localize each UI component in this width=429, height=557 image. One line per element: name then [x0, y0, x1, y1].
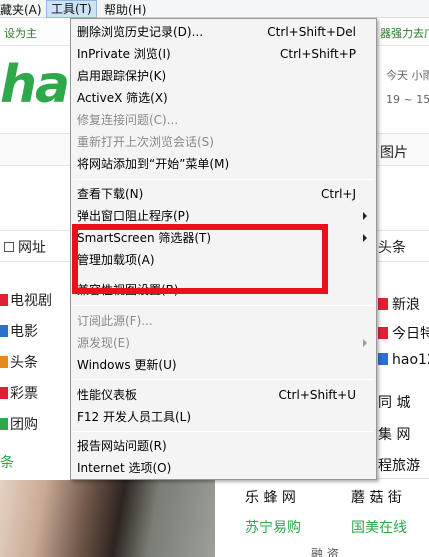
menu-item-view-downloads[interactable]: 查看下载(N) Ctrl+J [71, 183, 376, 205]
sidebar-label: 电影 [10, 324, 38, 340]
link-mogujie[interactable]: 蘑 菇 街 [351, 487, 402, 507]
menu-item-label: ActiveX 筛选(X) [77, 91, 168, 105]
menu-item-activex-filter[interactable]: ActiveX 筛选(X) [71, 87, 376, 109]
menu-separator [73, 379, 374, 380]
submenu-arrow-icon [363, 234, 367, 242]
nav-sites[interactable]: 网址 [4, 237, 46, 257]
shopping-links: 乐 蜂 网 蘑 菇 街 苏宁易购 国美在线 融 资 [215, 478, 429, 557]
menu-item-subscribe-feed: 订阅此源(F)... [71, 310, 376, 332]
weather-temp: 19 ~ 15 [386, 93, 429, 106]
menu-item-delete-history[interactable]: 删除浏览历史记录(D)... Ctrl+Shift+Del [71, 21, 376, 43]
menu-item-shortcut: Ctrl+Shift+Del [267, 25, 356, 39]
sidebar-item-news[interactable]: 头条 [0, 352, 44, 372]
film-icon [0, 325, 8, 337]
menu-item-perf-dashboard[interactable]: 性能仪表板 Ctrl+Shift+U [71, 384, 376, 406]
menu-item-shortcut: Ctrl+J [321, 187, 356, 201]
menu-item-report-problem[interactable]: 报告网站问题(R) [71, 435, 376, 457]
submenu-arrow-icon [363, 339, 367, 347]
link-gome[interactable]: 国美在线 [351, 517, 407, 537]
link-58[interactable]: 同 城 [378, 392, 410, 412]
sidebar-item-tv[interactable]: 电视剧 [0, 290, 52, 310]
menu-item-label: 删除浏览历史记录(D)... [77, 25, 204, 39]
link-today-special[interactable]: 今日特 [378, 323, 429, 343]
menu-item-label: Windows 更新(U) [77, 358, 177, 372]
menu-separator [73, 431, 374, 432]
groupbuy-icon [0, 418, 8, 430]
menu-item-shortcut: Ctrl+Shift+P [280, 47, 356, 61]
sidebar-label: 彩票 [10, 386, 38, 402]
menu-item-add-to-start[interactable]: 将网站添加到“开始”菜单(M) [71, 153, 376, 175]
sina-icon [378, 298, 388, 310]
lottery-icon [0, 387, 8, 399]
menu-separator [73, 179, 374, 180]
menu-item-reopen-session: 重新打开上次浏览会话(S) [71, 131, 376, 153]
highlight-box [72, 224, 328, 294]
sidebar-label: 电视剧 [10, 293, 52, 309]
menu-item-feed-discovery: 源发现(E) [71, 332, 376, 354]
link-label: 同 城 [378, 395, 411, 411]
menu-item-label: 订阅此源(F)... [77, 314, 153, 328]
news-icon [0, 356, 8, 368]
tab-images[interactable]: 图片 [380, 142, 408, 162]
menu-item-label: Internet 选项(O) [77, 461, 172, 475]
menu-item-internet-options[interactable]: Internet 选项(O) [71, 457, 376, 479]
menu-bar: 藏夹(A) 工具(T) 帮助(H) [0, 0, 429, 18]
menu-item-label: 源发现(E) [77, 336, 130, 350]
gift-icon [378, 327, 388, 339]
sidebar-label: 头条 [10, 355, 38, 371]
menu-favorites[interactable]: 藏夹(A) [0, 1, 42, 18]
menu-item-shortcut: Ctrl+Shift+U [278, 388, 356, 402]
menu-item-windows-update[interactable]: Windows 更新(U) [71, 354, 376, 376]
menu-help[interactable]: 帮助(H) [104, 1, 146, 18]
menu-item-label: 性能仪表板 [77, 388, 138, 402]
tv-icon [0, 294, 8, 306]
link-label: 集 网 [378, 427, 411, 443]
link-label: 今日特 [392, 326, 429, 342]
menu-separator [73, 305, 374, 306]
news-photo[interactable] [0, 480, 215, 557]
headline-tab[interactable]: 条 [0, 452, 44, 474]
nav-sites-label: 网址 [18, 240, 46, 256]
set-homepage-link[interactable]: 设为主 [4, 25, 37, 41]
menu-item-label: F12 开发人员工具(L) [77, 410, 192, 424]
link-label: hao12 [392, 352, 429, 368]
menu-item-label: 重新打开上次浏览会话(S) [77, 135, 214, 149]
globe-icon [378, 353, 388, 365]
grid-icon [4, 242, 14, 252]
link-finance[interactable]: 融 资 [311, 545, 339, 557]
menu-tools[interactable]: 工具(T) [46, 0, 97, 18]
nav-headlines[interactable]: 头条 [378, 237, 406, 257]
adblock-link[interactable]: 器强力去广 [380, 25, 429, 41]
sidebar-item-groupbuy[interactable]: 团购 [0, 414, 44, 434]
sidebar-label: 团购 [10, 417, 38, 433]
menu-item-tracking-protection[interactable]: 启用跟踪保护(K) [71, 65, 376, 87]
menu-item-f12-devtools[interactable]: F12 开发人员工具(L) [71, 406, 376, 428]
menu-item-label: InPrivate 浏览(I) [77, 47, 171, 61]
menu-item-label: 报告网站问题(R) [77, 439, 167, 453]
link-jiwang[interactable]: 集 网 [378, 424, 410, 444]
menu-item-inprivate[interactable]: InPrivate 浏览(I) Ctrl+Shift+P [71, 43, 376, 65]
link-travel[interactable]: 程旅游 [378, 455, 420, 475]
weather-today[interactable]: 今天 小雨 [386, 67, 429, 83]
link-sina[interactable]: 新浪 [378, 294, 420, 314]
link-label: 程旅游 [378, 458, 420, 474]
menu-item-label: 修复连接问题(C)... [77, 113, 179, 127]
menu-item-label: 启用跟踪保护(K) [77, 69, 167, 83]
sidebar-item-lottery[interactable]: 彩票 [0, 383, 44, 403]
sidebar-item-movie[interactable]: 电影 [0, 321, 44, 341]
menu-item-fix-connection: 修复连接问题(C)... [71, 109, 376, 131]
menu-item-label: 查看下载(N) [77, 187, 144, 201]
link-label: 新浪 [392, 297, 420, 313]
submenu-arrow-icon [363, 212, 367, 220]
link-suning[interactable]: 苏宁易购 [245, 517, 301, 537]
menu-item-label: 将网站添加到“开始”菜单(M) [77, 157, 230, 171]
link-hao123[interactable]: hao12 [378, 352, 429, 368]
link-lefeng[interactable]: 乐 蜂 网 [245, 487, 296, 507]
